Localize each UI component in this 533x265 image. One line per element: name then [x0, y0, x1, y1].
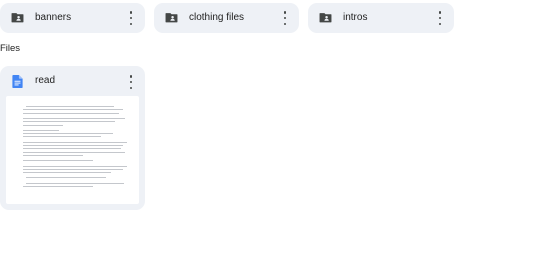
- thumbnail-text-line: [23, 145, 123, 146]
- thumbnail-text-line: [23, 112, 119, 114]
- folder-label: banners: [35, 12, 72, 23]
- shared-folder-icon: [319, 13, 332, 23]
- thumbnail-text-line: [23, 121, 115, 123]
- thumbnail-text-line: [23, 117, 125, 119]
- thumbnail-text-line: [23, 186, 93, 187]
- thumbnail-text-line: [23, 160, 93, 162]
- thumbnail-text-line: [26, 106, 114, 107]
- document-thumbnail[interactable]: [6, 96, 139, 204]
- thumbnail-text-line: [23, 154, 83, 156]
- thumbnail-text-line: [23, 151, 125, 153]
- thumbnail-text-line: [23, 141, 127, 143]
- thumbnail-text-line: [26, 182, 124, 184]
- thumbnail-text-line: [23, 136, 101, 138]
- folder-card-clothing-files[interactable]: clothing files: [154, 3, 299, 33]
- more-options-icon[interactable]: [127, 75, 135, 89]
- files-section-heading: Files: [0, 43, 21, 54]
- folder-card-banners[interactable]: banners: [0, 3, 145, 33]
- thumbnail-text-line: [26, 177, 106, 179]
- folder-card-intros[interactable]: intros: [308, 3, 454, 33]
- thumbnail-text-line: [23, 124, 63, 126]
- folder-label: clothing files: [189, 12, 245, 23]
- thumbnail-text-line: [23, 109, 123, 111]
- thumbnail-text-line: [23, 168, 123, 170]
- thumbnail-text-line: [23, 165, 127, 167]
- thumbnail-text-line: [23, 148, 121, 150]
- shared-folder-icon: [165, 13, 178, 23]
- thumbnail-text-line: [23, 129, 59, 131]
- thumbnail-text-line: [23, 172, 111, 174]
- google-docs-icon: [12, 75, 23, 88]
- folder-label: intros: [343, 12, 368, 23]
- more-options-icon[interactable]: [281, 11, 289, 25]
- file-card-read[interactable]: read: [0, 66, 145, 210]
- file-label: read: [35, 75, 56, 86]
- shared-folder-icon: [11, 13, 24, 23]
- thumbnail-text-line: [23, 133, 113, 135]
- more-options-icon[interactable]: [436, 11, 444, 25]
- more-options-icon[interactable]: [127, 11, 135, 25]
